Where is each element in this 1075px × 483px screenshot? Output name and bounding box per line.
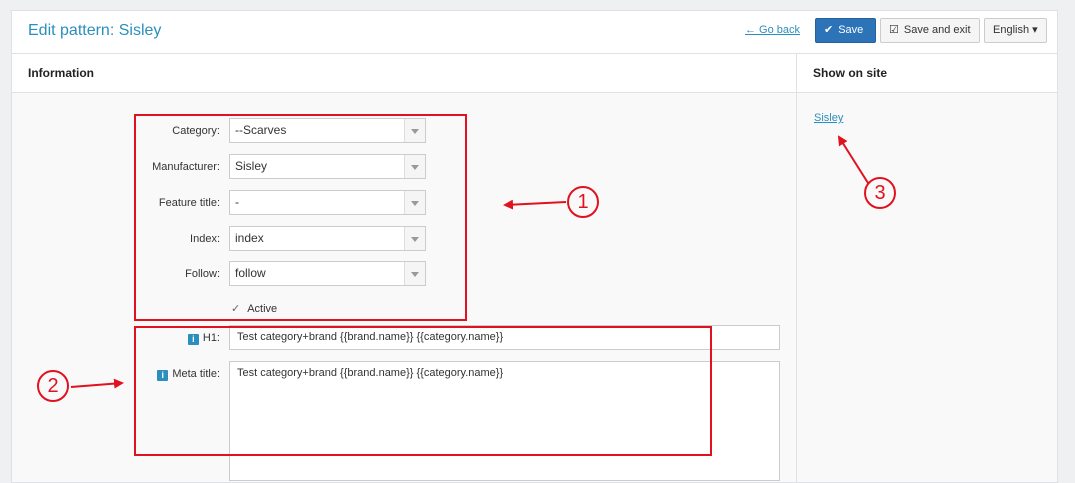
annotation-arrows xyxy=(70,135,869,389)
annotation-arrow-3 xyxy=(837,135,869,184)
annotation-arrow-2 xyxy=(70,378,124,389)
annotation-arrow-1 xyxy=(503,199,567,210)
